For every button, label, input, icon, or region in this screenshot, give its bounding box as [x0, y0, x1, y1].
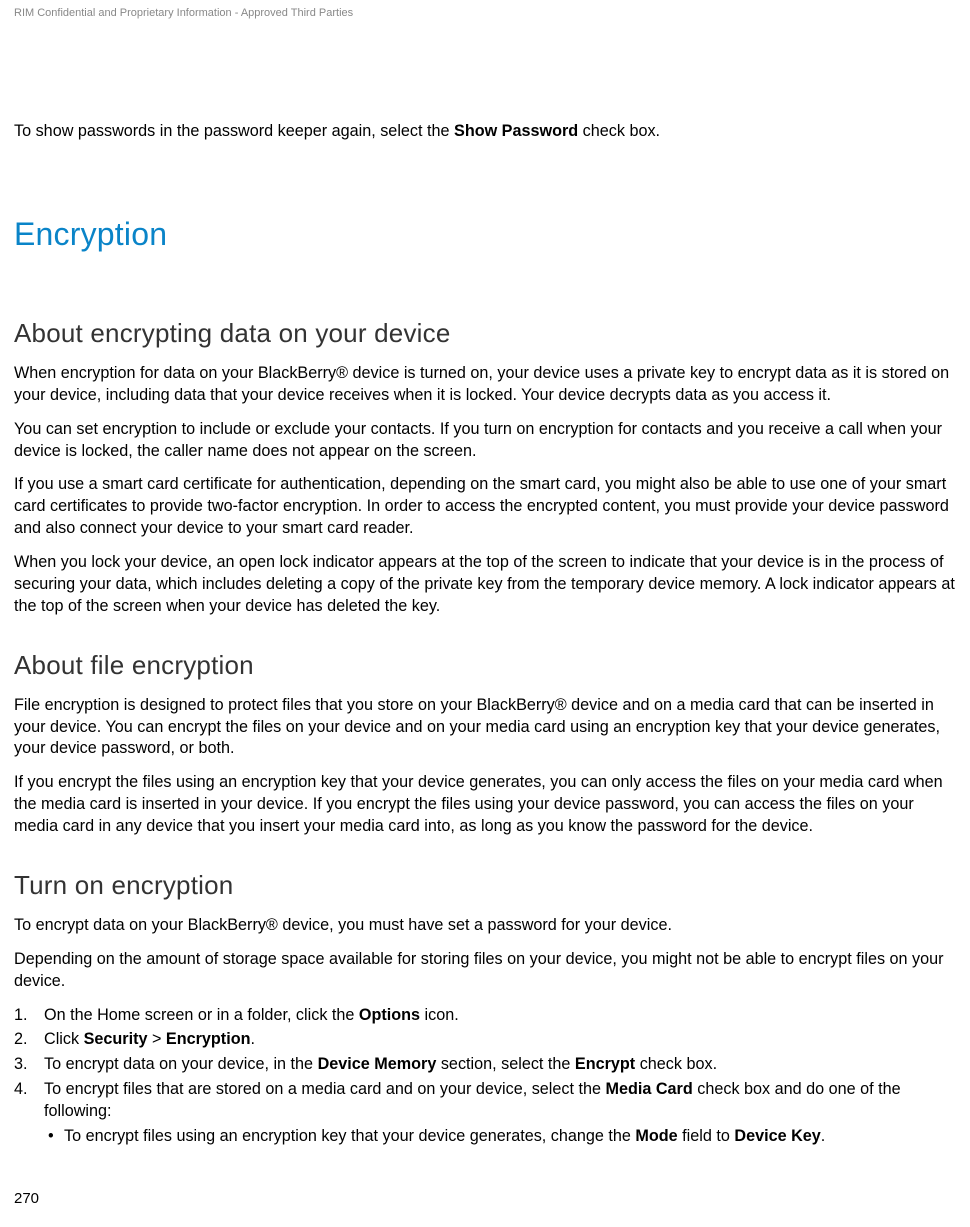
step2-b: Security: [84, 1030, 148, 1048]
about-data-p2: You can set encryption to include or exc…: [14, 419, 956, 463]
confidential-header: RIM Confidential and Proprietary Informa…: [14, 6, 956, 21]
turn-on-p2: Depending on the amount of storage space…: [14, 949, 956, 993]
step-4: To encrypt files that are stored on a me…: [14, 1079, 956, 1148]
turn-on-p1: To encrypt data on your BlackBerry® devi…: [14, 915, 956, 937]
step3-d: Encrypt: [575, 1055, 635, 1073]
step-1: On the Home screen or in a folder, click…: [14, 1005, 956, 1027]
page-number: 270: [14, 1189, 39, 1209]
intro-bold: Show Password: [454, 122, 578, 140]
step3-c: section, select the: [436, 1055, 575, 1073]
step4-b: Media Card: [605, 1080, 692, 1098]
bullet1-e: .: [821, 1127, 826, 1145]
about-file-p1: File encryption is designed to protect f…: [14, 695, 956, 761]
step2-c: >: [147, 1030, 165, 1048]
intro-suffix: check box.: [578, 122, 660, 140]
bullet1-b: Mode: [635, 1127, 677, 1145]
step2-d: Encryption: [166, 1030, 251, 1048]
about-data-p1: When encryption for data on your BlackBe…: [14, 363, 956, 407]
heading-about-data-encryption: About encrypting data on your device: [14, 316, 956, 351]
step-4-bullet-1: To encrypt files using an encryption key…: [44, 1126, 956, 1148]
intro-paragraph: To show passwords in the password keeper…: [14, 121, 956, 143]
intro-prefix: To show passwords in the password keeper…: [14, 122, 454, 140]
step1-a: On the Home screen or in a folder, click…: [44, 1006, 359, 1024]
document-page: RIM Confidential and Proprietary Informa…: [0, 0, 970, 1227]
step-2: Click Security > Encryption.: [14, 1029, 956, 1051]
heading-about-file-encryption: About file encryption: [14, 648, 956, 683]
turn-on-steps: On the Home screen or in a folder, click…: [14, 1005, 956, 1148]
step3-a: To encrypt data on your device, in the: [44, 1055, 318, 1073]
bullet1-d: Device Key: [734, 1127, 820, 1145]
bullet1-a: To encrypt files using an encryption key…: [64, 1127, 635, 1145]
heading-turn-on-encryption: Turn on encryption: [14, 868, 956, 903]
step-4-bullets: To encrypt files using an encryption key…: [44, 1126, 956, 1148]
about-file-p2: If you encrypt the files using an encryp…: [14, 772, 956, 838]
heading-encryption: Encryption: [14, 213, 956, 256]
bullet1-c: field to: [678, 1127, 735, 1145]
step3-e: check box.: [635, 1055, 717, 1073]
about-data-p3: If you use a smart card certificate for …: [14, 474, 956, 540]
step-3: To encrypt data on your device, in the D…: [14, 1054, 956, 1076]
step1-c: icon.: [420, 1006, 459, 1024]
step2-a: Click: [44, 1030, 84, 1048]
step4-a: To encrypt files that are stored on a me…: [44, 1080, 605, 1098]
step3-b: Device Memory: [318, 1055, 437, 1073]
about-data-p4: When you lock your device, an open lock …: [14, 552, 956, 618]
step2-e: .: [250, 1030, 255, 1048]
step1-b: Options: [359, 1006, 420, 1024]
